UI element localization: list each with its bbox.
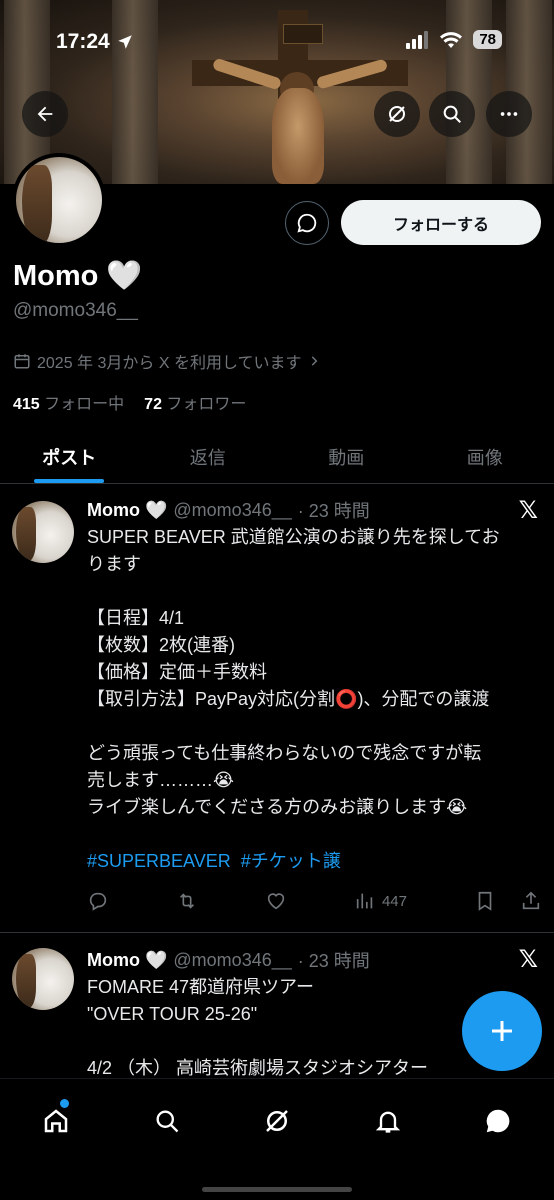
chevron-right-icon [312,356,318,366]
status-time: 17:24 [56,30,134,54]
followers-link[interactable]: 72 フォロワー [144,390,246,414]
compose-plus-icon [492,1021,512,1041]
post-author-name[interactable]: Momo 🤍 [87,500,167,521]
post-time: · 23 時間 [297,951,370,971]
nav-messages[interactable] [478,1101,518,1141]
like-icon [267,893,285,910]
followers-label: フォロワー [166,396,247,413]
post-line [87,713,543,740]
profile-avatar[interactable] [12,153,106,247]
post-author-name[interactable]: Momo 🤍 [87,950,167,971]
tab-images[interactable]: 画像 [416,430,554,483]
retweet-icon [179,893,194,909]
battery-indicator: 78 [473,30,502,49]
following-link[interactable]: 415 フォロー中 [13,390,124,414]
views-count: 447 [381,892,407,910]
nav-grok[interactable] [257,1101,297,1141]
status-indicators: 78 [405,30,502,49]
explore-icon [156,1110,179,1133]
banner-figure-body [272,88,324,184]
tab-posts[interactable]: ポスト [0,430,139,483]
post-hashtags[interactable]: #SUPERBEAVER #チケット譲 [87,848,543,875]
reply-button[interactable] [87,890,109,912]
post-line: 【日程】4/1 [87,608,185,628]
post-line: FOMARE 47都道府県ツアー [87,977,314,997]
post-line: 【取引方法】PayPay対応(分割⭕️)、分配での譲渡 [87,689,490,709]
retweet-button[interactable] [176,890,198,912]
followers-count: 72 [144,396,162,413]
post-avatar[interactable] [12,948,74,1010]
follow-button[interactable]: フォローする [341,200,541,245]
post-line: 売します………😭 [87,770,235,790]
post-line: 【枚数】2枚(連番) [87,635,235,655]
status-bar: 17:24 78 [0,22,554,62]
post-line: ります [87,554,141,574]
joined-text: 2025 年 3月から X を利用しています [37,355,302,372]
wifi-icon [440,31,463,48]
nav-home[interactable] [36,1101,76,1141]
share-icon[interactable] [520,890,542,912]
like-button[interactable] [265,890,287,912]
message-button[interactable] [285,201,329,245]
status-time-text: 17:24 [56,30,110,53]
home-icon [44,1109,68,1133]
back-arrow-icon [37,106,53,122]
profile-name: Momo 🤍 [13,260,143,292]
search-icon [443,105,461,123]
home-notification-dot [60,1099,69,1108]
post-line: どう頑張っても仕事終わらないので残念ですが転 [87,743,482,763]
nav-notifications[interactable] [368,1101,408,1141]
post-avatar[interactable] [12,501,74,563]
tab-replies[interactable]: 返信 [139,430,278,483]
following-label: フォロー中 [44,396,125,413]
bookmark-icon[interactable] [474,890,496,912]
calendar-icon [14,354,30,369]
post-actions: 447 [87,888,542,914]
post-text: SUPER BEAVER 武道館公演のお譲り先を探してお ります 【日程】4/1… [87,524,543,875]
grok-nav-icon [266,1110,288,1132]
grok-button[interactable] [374,91,420,137]
post-header: Momo 🤍 @momo346__ · 23 時間 [87,947,370,973]
home-indicator [202,1187,352,1192]
more-button[interactable] [486,91,532,137]
signal-icon [406,30,429,49]
location-arrow-icon [117,35,132,49]
profile-handle: @momo346__ [13,300,138,321]
post-line: 【価格】定価＋手数料 [87,662,267,682]
messages-icon [486,1109,510,1133]
bottom-nav [0,1078,554,1200]
back-button[interactable] [22,91,68,137]
compose-button[interactable] [462,991,542,1071]
post-line [87,821,543,848]
x-logo-icon: 𝕏 [518,946,538,973]
post-line [87,578,543,605]
notifications-icon [375,1111,401,1133]
post-divider [0,932,554,933]
post-tail-actions [474,890,542,912]
post-author-handle: @momo346__ [173,499,292,520]
nav-explore[interactable] [147,1101,187,1141]
tab-videos[interactable]: 動画 [277,430,416,483]
more-icon [500,112,518,116]
post-line: SUPER BEAVER 武道館公演のお譲り先を探してお [87,527,500,547]
views-button[interactable]: 447 [354,890,407,912]
post-header: Momo 🤍 @momo346__ · 23 時間 [87,497,370,523]
following-count: 415 [13,396,40,413]
grok-icon [389,106,405,122]
x-logo-icon: 𝕏 [518,497,538,524]
views-icon [356,893,373,909]
search-button[interactable] [429,91,475,137]
post-line: ライブ楽しんでくださる方のみお譲りします😭 [87,797,468,817]
message-icon [297,213,317,233]
post-time: · 23 時間 [297,501,370,521]
post-author-handle: @momo346__ [173,949,292,970]
reply-icon [89,892,107,911]
follow-counts: 415 フォロー中 72 フォロワー [13,390,246,414]
joined-date[interactable]: 2025 年 3月から X を利用しています [13,349,321,373]
profile-tabs: ポスト 返信 動画 画像 [0,430,554,484]
